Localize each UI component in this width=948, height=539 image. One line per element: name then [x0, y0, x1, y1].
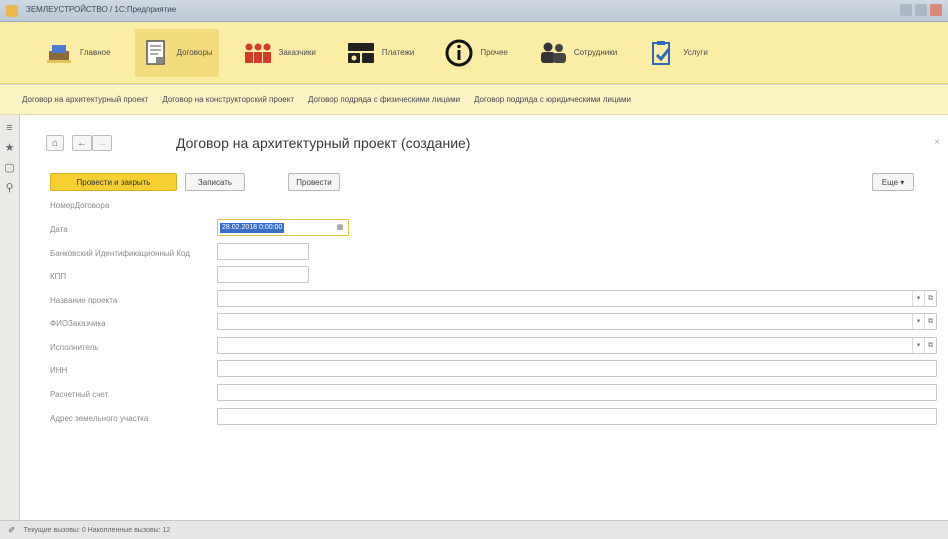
section-label: Договоры	[176, 48, 213, 57]
section-contracts[interactable]: Договоры	[134, 28, 219, 77]
services-icon	[647, 38, 677, 68]
more-button[interactable]: Еще ▾	[872, 173, 914, 191]
history-icon[interactable]: ▢	[4, 163, 14, 174]
post-and-close-button[interactable]: Провести и закрыть	[50, 173, 177, 191]
employees-icon	[538, 38, 568, 68]
field-label-project-name: Название проекта	[50, 296, 118, 305]
star-icon[interactable]: ★	[5, 143, 15, 154]
post-button[interactable]: Провести	[288, 173, 340, 191]
window-title: ЗЕМЛЕУСТРОЙСТВО / 1С:Предприятие	[26, 5, 177, 14]
form-title: Договор на архитектурный проект (создани…	[176, 135, 471, 151]
account-field[interactable]	[217, 384, 937, 401]
document-icon	[141, 38, 171, 68]
search-icon[interactable]: ⚲	[5, 183, 13, 194]
section-services[interactable]: Услуги	[641, 29, 714, 77]
link-individuals-contract[interactable]: Договор подряда с физическими лицами	[308, 95, 460, 104]
section-label: Платежи	[381, 48, 415, 57]
house-icon: ⌂	[51, 137, 59, 149]
people-icon	[243, 38, 273, 68]
executor-field[interactable]: ▾ ⧉	[217, 337, 937, 354]
field-label-land-address: Адрес земельного участка	[50, 414, 149, 423]
home-button[interactable]: ⌂	[46, 135, 64, 151]
date-value: 28.02.2018 0:00:00	[220, 223, 285, 233]
status-text: Текущие вызовы: 0 Накопленные вызовы: 12	[23, 526, 171, 534]
section-label: Услуги	[683, 48, 708, 57]
info-icon	[444, 38, 474, 68]
arrow-left-icon: ←	[77, 137, 87, 149]
date-field[interactable]: 28.02.2018 0:00:00 ▦	[217, 219, 349, 236]
field-label-kpp: КПП	[50, 272, 67, 281]
link-architectural-contract[interactable]: Договор на архитектурный проект	[22, 95, 148, 104]
open-link-icon[interactable]: ⧉	[924, 338, 936, 353]
section-label: Главное	[80, 48, 111, 57]
menu-icon[interactable]: ≡	[6, 123, 12, 134]
link-legal-entities-contract[interactable]: Договор подряда с юридическими лицами	[474, 95, 631, 104]
window-controls	[900, 4, 942, 16]
field-label-bik: Банковский Идентификационный Код	[50, 249, 190, 258]
calendar-icon[interactable]: ▦	[334, 222, 346, 233]
land-address-field[interactable]	[217, 408, 937, 425]
field-label-customer-name: ФИОЗаказчика	[50, 319, 106, 328]
section-payments[interactable]: Платежи	[340, 29, 420, 77]
customer-name-field[interactable]: ▾ ⧉	[217, 313, 937, 330]
minimize-icon[interactable]	[900, 4, 912, 16]
window-titlebar: ЗЕМЛЕУСТРОЙСТВО / 1С:Предприятие	[0, 0, 948, 22]
maximize-icon[interactable]	[915, 4, 927, 16]
inn-field[interactable]	[217, 360, 937, 377]
quick-links-bar: Договор на архитектурный проект Договор …	[0, 85, 948, 115]
section-employees[interactable]: Сотрудники	[532, 29, 623, 77]
home-icon	[44, 38, 74, 68]
field-label-inn: ИНН	[50, 366, 68, 375]
open-link-icon[interactable]: ⧉	[924, 291, 936, 306]
document-form: ⌂ ← → Договор на архитектурный проект (с…	[20, 115, 948, 520]
section-label: Сотрудники	[573, 48, 618, 57]
close-window-icon[interactable]	[930, 4, 942, 16]
app-logo-icon	[6, 5, 18, 17]
dropdown-icon[interactable]: ▾	[912, 338, 924, 353]
field-label-contract-number: НомерДоговора	[50, 201, 110, 210]
left-sidebar: ≡ ★ ▢ ⚲	[0, 115, 20, 520]
back-button[interactable]: ←	[72, 135, 92, 151]
section-other[interactable]: Прочее	[438, 29, 514, 77]
project-name-field[interactable]: ▾ ⧉	[217, 290, 937, 307]
field-label-date: Дата	[50, 225, 68, 234]
status-bar: ✐ Текущие вызовы: 0 Накопленные вызовы: …	[0, 520, 948, 539]
section-label: Прочее	[480, 48, 508, 57]
link-design-contract[interactable]: Договор на конструкторский проект	[162, 95, 294, 104]
open-link-icon[interactable]: ⧉	[924, 314, 936, 329]
payment-icon	[346, 38, 376, 68]
dropdown-icon[interactable]: ▾	[912, 291, 924, 306]
forward-button[interactable]: →	[92, 135, 112, 151]
field-label-account: Расчетный счет	[50, 390, 109, 399]
field-label-executor: Исполнитель	[50, 343, 99, 352]
sections-panel: Главное Договоры Заказчики Платежи Проче…	[0, 22, 948, 84]
status-icon: ✐	[8, 524, 16, 535]
bik-field[interactable]	[217, 243, 309, 260]
kpp-field[interactable]	[217, 266, 309, 283]
section-customers[interactable]: Заказчики	[237, 29, 322, 77]
close-form-icon[interactable]: ×	[934, 137, 940, 148]
dropdown-icon[interactable]: ▾	[912, 314, 924, 329]
arrow-right-icon: →	[97, 137, 107, 149]
section-main[interactable]: Главное	[38, 29, 117, 77]
save-button[interactable]: Записать	[185, 173, 245, 191]
section-label: Заказчики	[278, 48, 316, 57]
